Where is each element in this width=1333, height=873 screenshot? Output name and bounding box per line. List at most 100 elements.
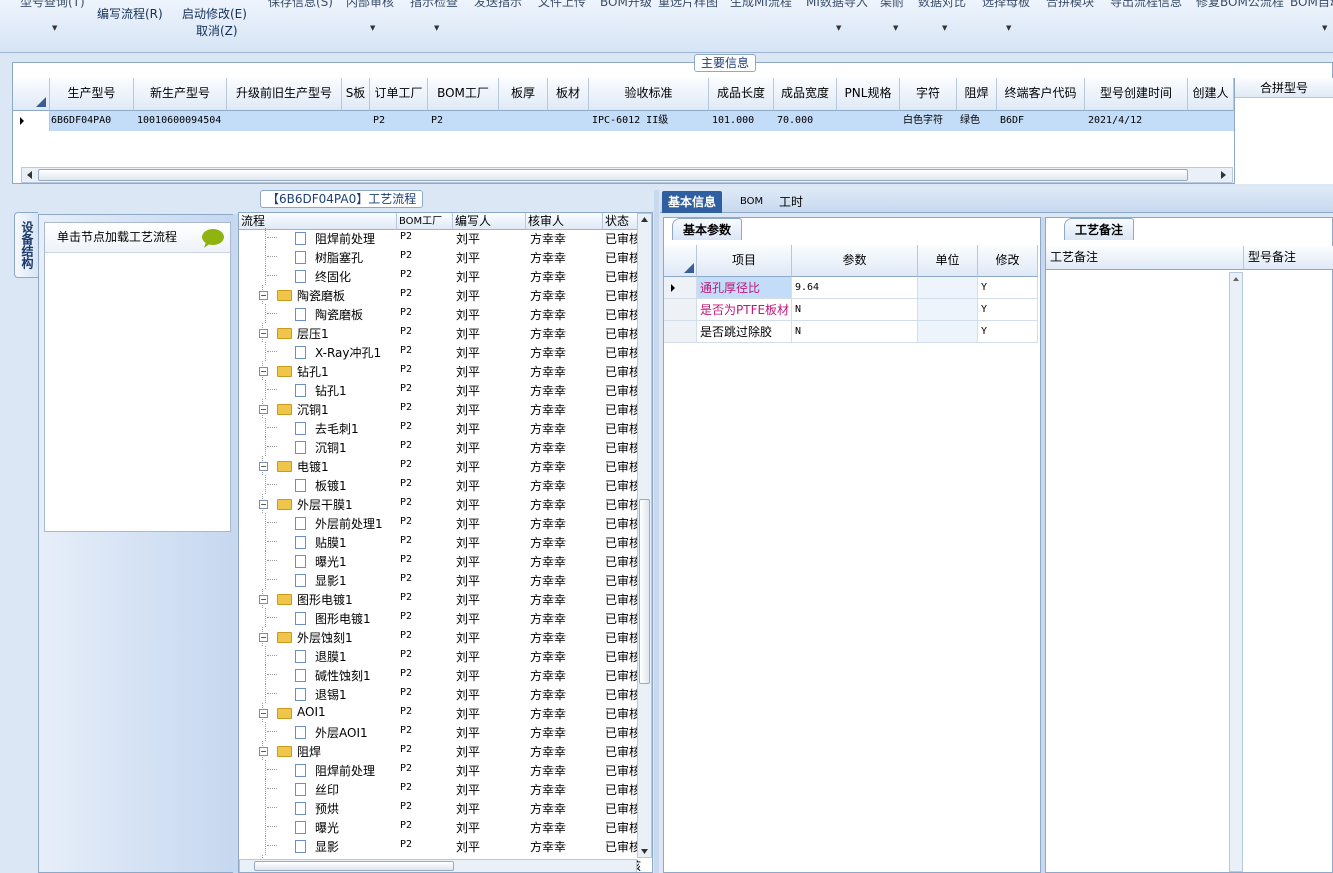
scroll-right-icon[interactable] [1218,168,1230,182]
ribbon-item-0[interactable]: 型号查询(T) [20,0,85,10]
flow-row[interactable]: 阻焊前处理 P2 刘平 方幸幸 已审核 [239,228,641,247]
scroll-left-icon[interactable] [24,168,36,182]
param-modify[interactable]: Y [978,299,1038,321]
ribbon-item-9[interactable]: MI数据导入 [806,0,868,10]
flow-row[interactable]: 曝光1 P2 刘平 方幸幸 已审核 [239,551,641,570]
tab-bom[interactable]: BOM [734,191,769,213]
main-hscrollbar[interactable] [21,167,1233,183]
col-header[interactable]: 板材 [548,78,589,111]
ribbon-item-4[interactable]: 发送指示 [474,0,522,10]
grid-cell[interactable]: 白色字符 [900,111,957,131]
dropdown-arrow-icon[interactable]: ▼ [52,24,57,32]
col-header[interactable]: 订单工厂 [370,78,428,111]
param-unit[interactable] [918,277,978,299]
grid-cell[interactable]: IPC-6012 II级 [589,111,709,131]
ribbon-item-5[interactable]: 文件上传 [538,0,586,10]
dropdown-arrow-icon[interactable]: ▼ [836,24,841,32]
flow-row[interactable]: 树脂塞孔 P2 刘平 方幸幸 已审核 [239,247,641,266]
col-header[interactable]: 升级前旧生产型号 [227,78,342,111]
param-unit[interactable] [918,299,978,321]
flow-hscrollbar[interactable] [239,859,637,872]
dropdown-arrow-icon[interactable]: ▼ [893,24,898,32]
scroll-down-icon[interactable] [638,845,651,857]
flow-row[interactable]: − 电镀1 P2 刘平 方幸幸 已审核 [239,456,641,475]
grid-cell[interactable]: 2021/4/12 [1085,111,1188,131]
params-col-header[interactable]: 项目 [697,245,792,277]
grid-cell[interactable] [342,111,370,131]
ribbon-item-3[interactable]: 指示检查 [410,0,458,10]
grid-cell[interactable] [548,111,589,131]
scroll-up-icon[interactable] [638,214,651,226]
col-header[interactable]: 阻焊 [957,78,997,111]
ribbon-item-12[interactable]: 选择母板 [982,0,1030,10]
col-header[interactable]: BOM工厂 [428,78,499,111]
params-col-header[interactable]: 参数 [792,245,918,277]
cancel-button[interactable]: 取消(Z) [196,22,238,39]
grid-cell[interactable] [499,111,548,131]
grid-cell[interactable] [1188,111,1234,131]
grid-cell[interactable]: 10010600094504 [134,111,227,131]
col-header[interactable]: 新生产型号 [134,78,227,111]
flow-row[interactable]: 阻焊前处理 P2 刘平 方幸幸 已审核 [239,760,641,779]
dropdown-arrow-icon[interactable]: ▼ [370,24,375,32]
params-col-header[interactable]: 修改 [978,245,1038,277]
tab-device-structure[interactable]: 设备结构 [14,212,38,278]
flow-row[interactable]: 板镀1 P2 刘平 方幸幸 已审核 [239,475,641,494]
subtab-basic-params[interactable]: 基本参数 [672,218,743,240]
flow-row[interactable]: 去毛刺1 P2 刘平 方幸幸 已审核 [239,418,641,437]
flow-row[interactable]: 退膜1 P2 刘平 方幸幸 已审核 [239,646,641,665]
flow-row[interactable]: 图形电镀1 P2 刘平 方幸幸 已审核 [239,608,641,627]
flow-row[interactable]: 碱性蚀刻1 P2 刘平 方幸幸 已审核 [239,665,641,684]
dropdown-arrow-icon[interactable]: ▼ [942,24,947,32]
param-unit[interactable] [918,321,978,343]
param-value[interactable]: 9.64 [792,277,918,299]
flow-row[interactable]: − 层压1 P2 刘平 方幸幸 已审核 [239,323,641,342]
col-header[interactable]: 生产型号 [50,78,134,111]
flow-vscroll-thumb[interactable] [639,499,650,684]
ribbon-item-16[interactable]: BOM自动 [1290,0,1333,10]
flow-row[interactable]: 贴膜1 P2 刘平 方幸幸 已审核 [239,532,641,551]
param-item[interactable]: 是否为PTFE板材 [697,299,792,321]
col-header[interactable]: 成品长度 [709,78,774,111]
flow-row[interactable]: 显影 P2 刘平 方幸幸 已审核 [239,836,641,855]
flow-hscroll-thumb[interactable] [254,861,454,871]
flow-row[interactable]: − 钻孔1 P2 刘平 方幸幸 已审核 [239,361,641,380]
grid-cell[interactable] [227,111,342,131]
ribbon-item-14[interactable]: 导出流程信息 [1110,0,1182,10]
ribbon-item-6[interactable]: BOM开级 [600,0,652,10]
flow-row[interactable]: 沉铜1 P2 刘平 方幸幸 已审核 [239,437,641,456]
grid-cell[interactable]: P2 [370,111,428,131]
flow-row[interactable]: 外层前处理1 P2 刘平 方幸幸 已审核 [239,513,641,532]
flow-row[interactable]: − 图形电镀1 P2 刘平 方幸幸 已审核 [239,589,641,608]
start-modify-button[interactable]: 启动修改(E) [182,5,247,22]
main-hscroll-thumb[interactable] [38,169,1188,181]
ribbon-item-1[interactable]: 保存信息(S) [268,0,333,10]
flow-row[interactable]: − 阻焊 P2 刘平 方幸幸 已审核 [239,741,641,760]
dropdown-arrow-icon[interactable]: ▼ [1322,24,1327,32]
col-header[interactable]: 板厚 [499,78,548,111]
ribbon-item-15[interactable]: 修复BOM公流程 [1196,0,1284,10]
flow-row[interactable]: − 外层干膜1 P2 刘平 方幸幸 已审核 [239,494,641,513]
subtab-process-notes[interactable]: 工艺备注 [1064,218,1135,240]
grid-cell[interactable]: 70.000 [774,111,837,131]
col-header[interactable]: 字符 [900,78,957,111]
flow-vscrollbar[interactable] [637,213,652,858]
param-item[interactable]: 通孔厚径比 [697,277,792,299]
dropdown-arrow-icon[interactable]: ▼ [434,24,439,32]
flow-row[interactable]: 外层AOI1 P2 刘平 方幸幸 已审核 [239,722,641,741]
flow-row[interactable]: 退锡1 P2 刘平 方幸幸 已审核 [239,684,641,703]
flow-row[interactable]: X-Ray冲孔1 P2 刘平 方幸幸 已审核 [239,342,641,361]
grid-cell[interactable] [837,111,900,131]
param-item[interactable]: 是否跳过除胶 [697,321,792,343]
col-header[interactable]: 型号创建时间 [1085,78,1188,111]
grid-cell[interactable]: P2 [428,111,499,131]
middle-splitter[interactable] [654,190,659,873]
ribbon-item-2[interactable]: 内部审核 [346,0,394,10]
grid-cell[interactable]: 绿色 [957,111,997,131]
col-header[interactable]: S板 [342,78,370,111]
ribbon-item-13[interactable]: 合拼模块 [1046,0,1094,10]
tab-work-hours[interactable]: 工时 [773,191,809,213]
flow-row[interactable]: − 陶瓷磨板 P2 刘平 方幸幸 已审核 [239,285,641,304]
grid-cell[interactable]: 6B6DF04PA0 [50,111,134,131]
flow-row[interactable]: 终固化 P2 刘平 方幸幸 已审核 [239,266,641,285]
